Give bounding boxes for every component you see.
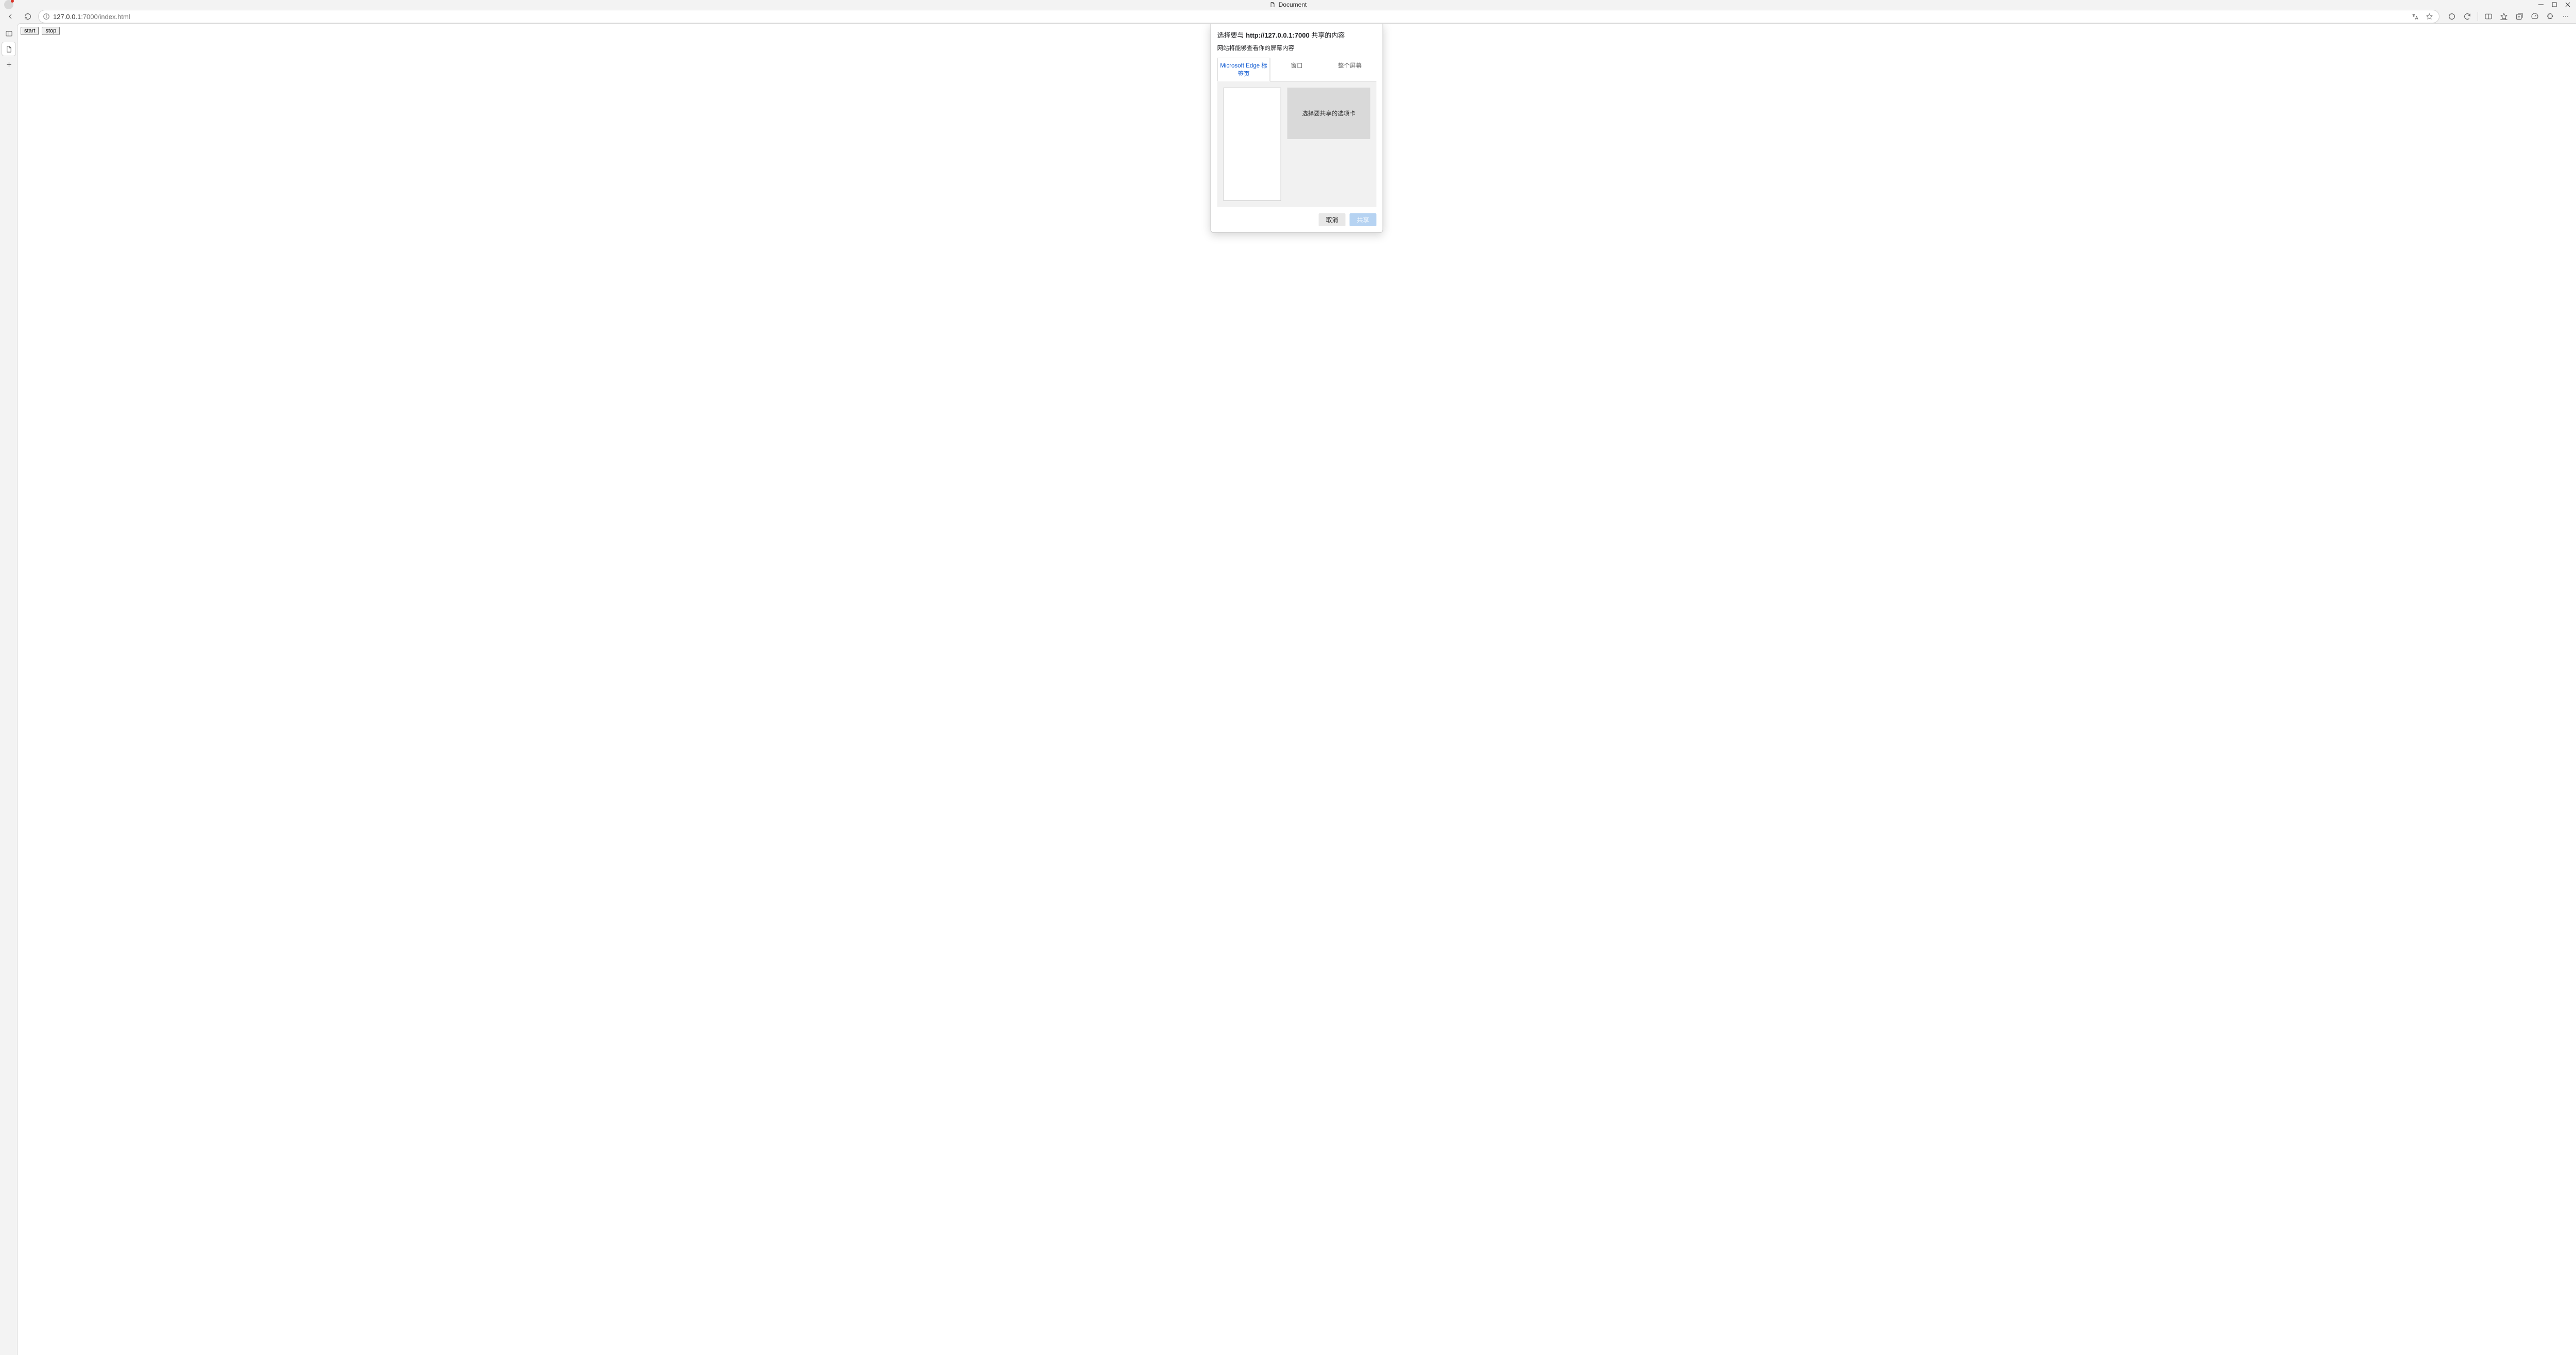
tab-screen[interactable]: 整个屏幕 <box>1324 58 1377 81</box>
window-maximize-button[interactable] <box>2551 2 2557 8</box>
page-content: start stop 选择要与 http://127.0.0.1:7000 共享… <box>18 24 2576 1355</box>
window-title: Document <box>1279 1 1307 8</box>
start-button[interactable]: start <box>21 27 39 35</box>
back-button[interactable] <box>3 10 18 23</box>
performance-icon[interactable] <box>2528 10 2542 23</box>
favorites-icon[interactable] <box>2497 10 2511 23</box>
url-text[interactable]: 127.0.0.1:7000/index.html <box>53 13 2406 21</box>
url-host: 127.0.0.1 <box>53 13 81 21</box>
profile-avatar-icon[interactable] <box>4 0 13 9</box>
window-minimize-button[interactable] <box>2538 2 2544 8</box>
current-tab-icon[interactable] <box>2 42 15 56</box>
tab-window[interactable]: 窗口 <box>1270 58 1324 81</box>
favorite-star-icon[interactable] <box>2424 11 2435 22</box>
new-tab-icon[interactable] <box>2 58 15 71</box>
screen-share-dialog: 选择要与 http://127.0.0.1:7000 共享的内容 网站将能够查看… <box>1211 24 1383 233</box>
more-menu-icon[interactable] <box>2558 10 2573 23</box>
cancel-button[interactable]: 取消 <box>1318 213 1345 226</box>
stop-button[interactable]: stop <box>42 27 60 35</box>
share-preview-placeholder: 选择要共享的选项卡 <box>1287 88 1370 139</box>
tab-edge[interactable]: Microsoft Edge 标签页 <box>1217 58 1270 81</box>
window-close-button[interactable] <box>2565 2 2571 8</box>
url-rest: :7000/index.html <box>81 13 130 21</box>
stop-loading-icon[interactable] <box>2445 10 2459 23</box>
share-button[interactable]: 共享 <box>1349 213 1376 226</box>
document-icon <box>1269 2 1276 8</box>
dialog-body: 选择要共享的选项卡 <box>1217 81 1377 207</box>
share-thumbnail[interactable] <box>1224 88 1281 201</box>
refresh-variant-icon[interactable] <box>2460 10 2475 23</box>
collections-icon[interactable] <box>2512 10 2527 23</box>
vertical-tab-strip <box>0 24 18 1355</box>
reload-button[interactable] <box>21 10 35 23</box>
split-screen-icon[interactable] <box>2481 10 2496 23</box>
window-titlebar: Document <box>0 0 2576 9</box>
browser-toolbar: 127.0.0.1:7000/index.html <box>0 9 2576 24</box>
dialog-title: 选择要与 http://127.0.0.1:7000 共享的内容 <box>1217 30 1377 40</box>
dialog-tabs: Microsoft Edge 标签页 窗口 整个屏幕 <box>1217 57 1377 81</box>
translate-icon[interactable] <box>2409 11 2420 22</box>
tab-actions-icon[interactable] <box>2 27 15 40</box>
address-bar[interactable]: 127.0.0.1:7000/index.html <box>38 10 2439 23</box>
dialog-subtitle: 网站将能够查看你的屏幕内容 <box>1217 44 1377 52</box>
site-info-icon[interactable] <box>43 13 50 20</box>
extensions-icon[interactable] <box>2543 10 2557 23</box>
